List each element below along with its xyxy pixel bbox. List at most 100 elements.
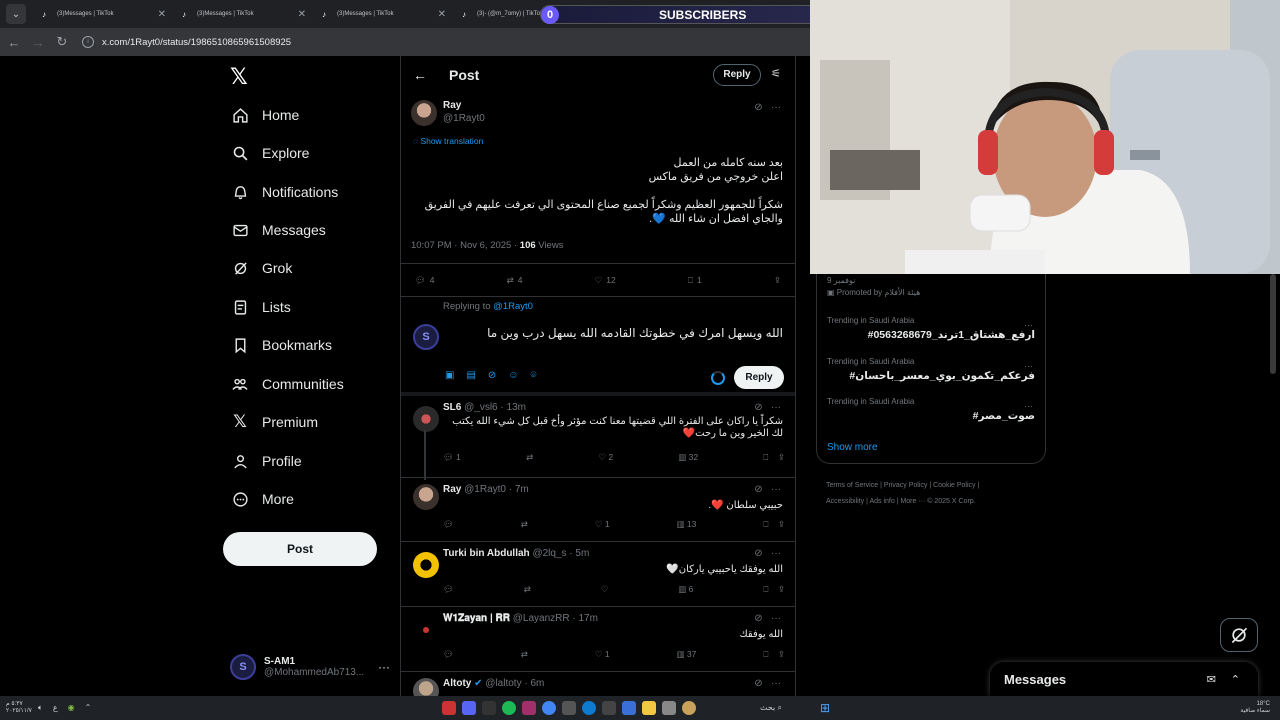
site-info-icon[interactable]: i: [82, 36, 94, 48]
show-translation-link[interactable]: ◌ Show translation: [413, 136, 795, 146]
app-icon[interactable]: [522, 701, 536, 715]
nav-item-profile[interactable]: Profile: [230, 442, 302, 480]
reply-icon[interactable]: 💬︎: [443, 519, 454, 530]
header-reply-button[interactable]: Reply: [713, 64, 761, 86]
location-icon[interactable]: ⌾: [531, 370, 537, 381]
avatar[interactable]: [411, 100, 437, 126]
heart-icon[interactable]: ♡ 1: [595, 649, 610, 660]
tweet-menu[interactable]: ⊘ ···: [754, 102, 781, 113]
close-icon[interactable]: ✕: [298, 9, 306, 20]
volume-icon[interactable]: 🔈︎: [38, 703, 43, 713]
nav-item-lists[interactable]: Lists: [230, 288, 291, 326]
bookmark-icon[interactable]: ⎕ ⇪: [763, 452, 785, 463]
scrollbar[interactable]: [1270, 274, 1276, 374]
forward-icon[interactable]: →: [28, 35, 48, 50]
x-logo-icon[interactable]: 𝕏: [230, 64, 248, 90]
bookmark-icon[interactable]: ⎕ ⇪: [763, 519, 785, 530]
reply-menu[interactable]: ⊘ ···: [754, 402, 781, 413]
list-item[interactable]: Ray @1Rayt0 · 7m ⊘ ··· حبيبي سلطان ❤️. 💬…: [401, 478, 795, 542]
post-button[interactable]: Post: [223, 532, 377, 566]
views-icon[interactable]: ▥ 13: [677, 519, 697, 530]
list-item[interactable]: Turki bin Abdullah @2lq_s · 5m ⊘ ··· الل…: [401, 542, 795, 607]
nav-item-home[interactable]: Home: [230, 96, 299, 134]
discord-icon[interactable]: [462, 701, 476, 715]
repost-icon[interactable]: ⇄: [521, 519, 528, 530]
heart-icon[interactable]: ♡ 1: [595, 519, 610, 530]
more-icon[interactable]: ···: [378, 660, 390, 674]
browser-tab[interactable]: ♪ (3)Messages | TikTok ✕: [176, 2, 312, 26]
repost-icon[interactable]: ⇄: [521, 649, 528, 660]
like-action[interactable]: ♡ 12: [595, 275, 616, 286]
app-icon[interactable]: [442, 701, 456, 715]
app-icon[interactable]: [662, 701, 676, 715]
share-icon[interactable]: ⇪: [774, 275, 781, 286]
app-icon[interactable]: [602, 701, 616, 715]
list-item[interactable]: Altoty ✔ @laltoty · 6m ⊘ ···: [401, 672, 795, 696]
browser-tab[interactable]: ♪ (3)- (@m_7omy) | TikTok: [456, 2, 552, 26]
terminal-icon[interactable]: [482, 701, 496, 715]
nav-item-notifications[interactable]: Notifications: [230, 173, 338, 211]
avatar[interactable]: [413, 484, 439, 510]
more-icon[interactable]: ···: [1024, 361, 1033, 371]
trend-item[interactable]: Trending in Saudi Arabia #فرعكم_تكمون_بو…: [827, 357, 1035, 382]
reply-submit-button[interactable]: Reply: [734, 366, 784, 389]
bookmark-action[interactable]: ⎕ 1: [688, 275, 702, 286]
avatar[interactable]: [413, 406, 439, 432]
image-icon[interactable]: ▣: [445, 370, 454, 381]
heart-icon[interactable]: ♡: [601, 584, 609, 595]
more-icon[interactable]: ···: [1024, 320, 1033, 330]
chevron-up-icon[interactable]: ⌃: [85, 703, 92, 713]
browser-tab[interactable]: ♪ (3)Messages | TikTok ✕: [316, 2, 452, 26]
app-icon[interactable]: [682, 701, 696, 715]
taskbar-clock[interactable]: ٥:٣٧ م ٢٠٢٥/١١/٧: [6, 701, 32, 715]
grok-icon[interactable]: ⊘: [754, 102, 762, 113]
reply-icon[interactable]: 💬︎: [443, 649, 454, 660]
url-field[interactable]: i x.com/1Rayt0/status/1986510865961508925: [82, 36, 291, 48]
windows-start-icon[interactable]: ⊞: [820, 701, 830, 715]
expand-icon[interactable]: ⌃: [1231, 673, 1240, 686]
trend-item[interactable]: Trending in Saudi Arabia #ارفع_هشتاق_1تر…: [827, 316, 1035, 341]
trend-item[interactable]: Trending in Saudi Arabia #صوت_مصر ···: [827, 397, 1035, 422]
repost-action[interactable]: ⇄ 4: [507, 275, 523, 286]
nav-item-explore[interactable]: Explore: [230, 134, 309, 172]
close-icon[interactable]: ✕: [438, 9, 446, 20]
replying-to-handle[interactable]: @1Rayt0: [493, 301, 533, 312]
close-icon[interactable]: ✕: [158, 9, 166, 20]
browser-tab[interactable]: ♪ (3)Messages | TikTok ✕: [36, 2, 172, 26]
author-name[interactable]: Ray: [443, 100, 461, 111]
show-more-link[interactable]: Show more: [827, 442, 878, 453]
taskbar-search[interactable]: بحث ⌕: [760, 703, 782, 713]
settings-sliders-icon[interactable]: ⚟: [771, 67, 781, 80]
reply-icon[interactable]: 💬︎ 1: [443, 452, 461, 463]
folder-icon[interactable]: [642, 701, 656, 715]
chrome-icon[interactable]: [542, 701, 556, 715]
reply-menu[interactable]: ⊘ ···: [754, 484, 781, 495]
messages-drawer[interactable]: Messages ✉ ⌃: [990, 662, 1258, 696]
heart-icon[interactable]: ♡ 2: [598, 452, 613, 463]
emoji-icon[interactable]: ☺: [508, 370, 518, 381]
more-icon[interactable]: ···: [1024, 401, 1033, 411]
edge-icon[interactable]: [582, 701, 596, 715]
reply-icon[interactable]: 💬︎: [443, 584, 454, 595]
nav-item-communities[interactable]: Communities: [230, 365, 344, 403]
list-item[interactable]: SL6 @_vsl6 · 13m ⊘ ··· شكراً يا راكان عل…: [401, 396, 795, 478]
back-icon[interactable]: ←: [4, 35, 24, 50]
reply-action[interactable]: 💬︎ 4: [415, 275, 435, 286]
repost-icon[interactable]: ⇄: [524, 584, 531, 595]
reply-menu[interactable]: ⊘ ···: [754, 613, 781, 624]
spotify-icon[interactable]: [502, 701, 516, 715]
reply-input[interactable]: الله ويسهل امرك في خطوتك القادمه الله يس…: [487, 326, 783, 340]
tweet-timestamp[interactable]: 10:07 PM · Nov 6, 2025 · 106 Views: [411, 240, 795, 251]
nav-item-more[interactable]: More: [230, 480, 294, 518]
views-icon[interactable]: ▥ 32: [678, 452, 698, 463]
new-message-icon[interactable]: ✉: [1207, 673, 1216, 686]
views-icon[interactable]: ▥ 6: [678, 584, 693, 595]
nav-item-premium[interactable]: 𝕏 Premium: [230, 403, 318, 441]
gif-icon[interactable]: ▤: [466, 370, 475, 381]
reply-menu[interactable]: ⊘ ···: [754, 678, 781, 689]
views-icon[interactable]: ▥ 37: [677, 649, 697, 660]
weather-widget[interactable]: 18°C سماء صافية: [1240, 701, 1270, 715]
nav-item-grok[interactable]: Grok: [230, 249, 292, 287]
reply-menu[interactable]: ⊘ ···: [754, 548, 781, 559]
nav-item-messages[interactable]: Messages: [230, 211, 326, 249]
